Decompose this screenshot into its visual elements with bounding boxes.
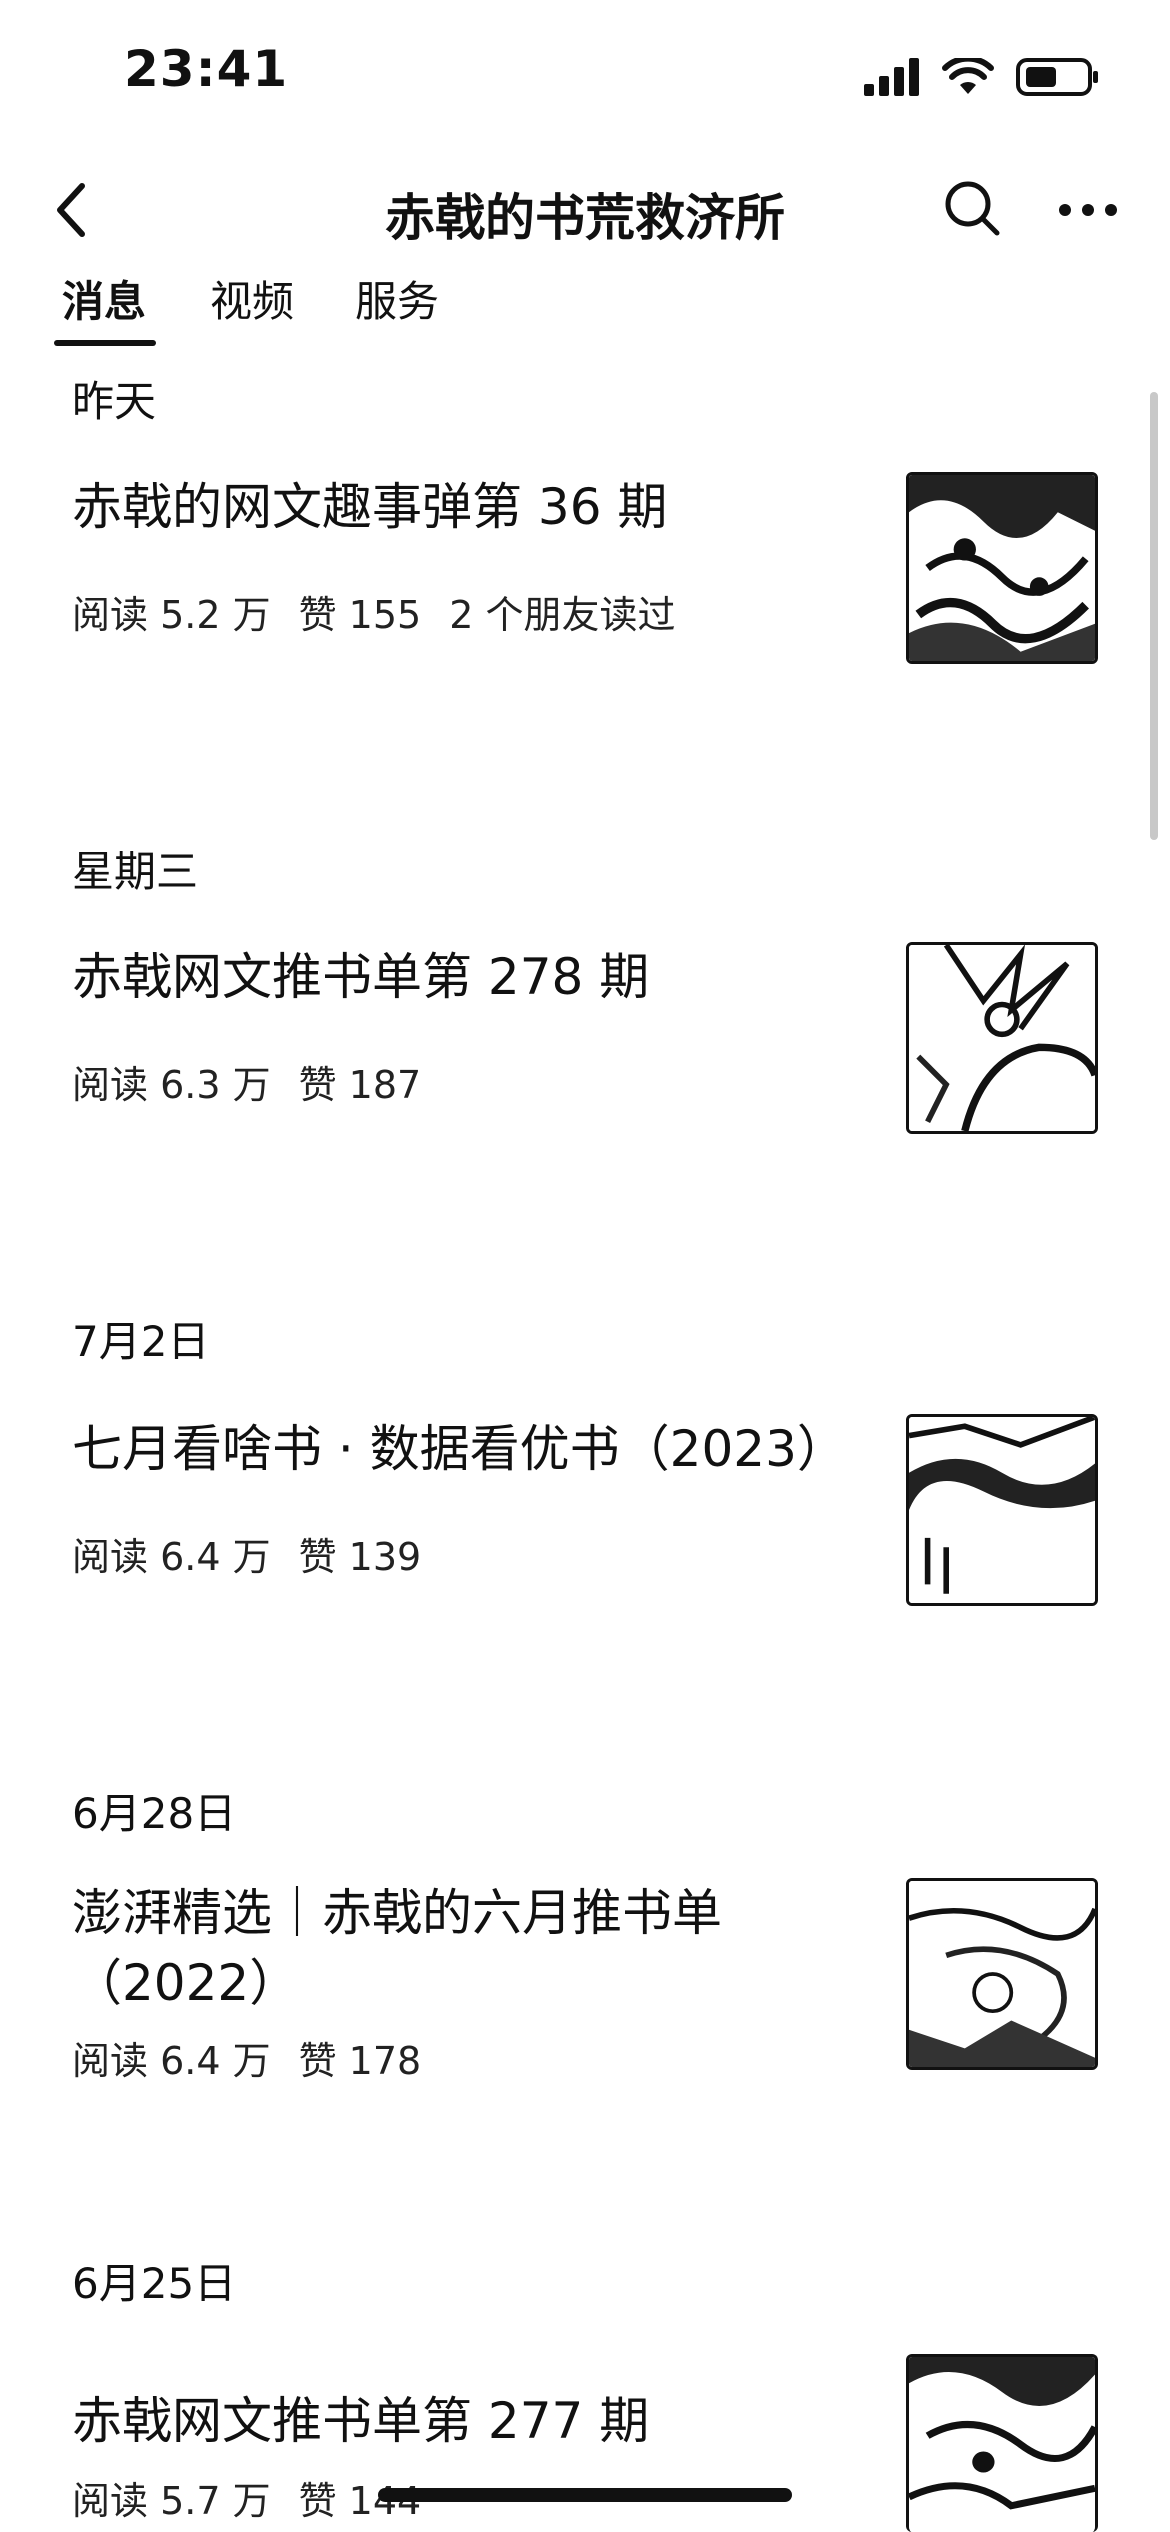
like-count: 赞 187	[298, 1063, 422, 1107]
article-meta: 阅读 5.7 万 赞 144	[72, 2470, 421, 2525]
read-count: 阅读 5.2 万	[72, 593, 271, 637]
article-meta: 阅读 5.2 万 赞 155 2 个朋友读过	[72, 584, 675, 639]
article-item[interactable]: 赤戟网文推书单第 278 期 阅读 6.3 万 赞 187	[0, 942, 1170, 1152]
date-label: 6月28日	[72, 1789, 237, 1838]
article-thumbnail	[906, 942, 1098, 1134]
article-meta: 阅读 6.3 万 赞 187	[72, 1054, 421, 1109]
like-count: 赞 139	[298, 1535, 422, 1579]
article-item[interactable]: 澎湃精选｜赤戟的六月推书单（2022） 阅读 6.4 万 赞 178	[0, 1878, 1170, 2088]
article-title: 澎湃精选｜赤戟的六月推书单（2022）	[72, 1884, 722, 2012]
article-meta: 阅读 6.4 万 赞 178	[72, 2030, 421, 2085]
article-title: 七月看啥书 · 数据看优书（2023）	[72, 1420, 847, 1478]
article-title: 赤戟的网文趣事弹第 36 期	[72, 478, 668, 536]
article-item[interactable]: 赤戟的网文趣事弹第 36 期 阅读 5.2 万 赞 155 2 个朋友读过	[0, 472, 1170, 682]
read-count: 阅读 6.4 万	[72, 2039, 271, 2083]
article-thumbnail	[906, 1878, 1098, 2070]
article-thumbnail	[906, 1414, 1098, 1606]
article-thumbnail	[906, 472, 1098, 664]
read-count: 阅读 6.3 万	[72, 1063, 271, 1107]
article-thumbnail	[906, 2354, 1098, 2532]
article-item[interactable]: 七月看啥书 · 数据看优书（2023） 阅读 6.4 万 赞 139	[0, 1414, 1170, 1624]
article-feed: 昨天 赤戟的网文趣事弹第 36 期 阅读 5.2 万 赞 155 2 个朋友读过…	[0, 0, 1170, 2532]
date-label: 7月2日	[72, 1317, 210, 1366]
article-meta: 阅读 6.4 万 赞 139	[72, 1526, 421, 1581]
date-label: 星期三	[72, 847, 199, 896]
article-item[interactable]: 赤戟网文推书单第 277 期 阅读 5.7 万 赞 144	[0, 2354, 1170, 2532]
home-indicator[interactable]	[378, 2488, 792, 2502]
like-count: 赞 178	[298, 2039, 422, 2083]
like-count: 赞 155	[298, 593, 422, 637]
date-label: 昨天	[72, 377, 157, 426]
article-title: 赤戟网文推书单第 277 期	[72, 2392, 650, 2450]
read-count: 阅读 6.4 万	[72, 1535, 271, 1579]
article-title: 赤戟网文推书单第 278 期	[72, 948, 650, 1006]
friends-read: 2 个朋友读过	[449, 593, 676, 637]
read-count: 阅读 5.7 万	[72, 2479, 271, 2523]
date-label: 6月25日	[72, 2259, 237, 2308]
